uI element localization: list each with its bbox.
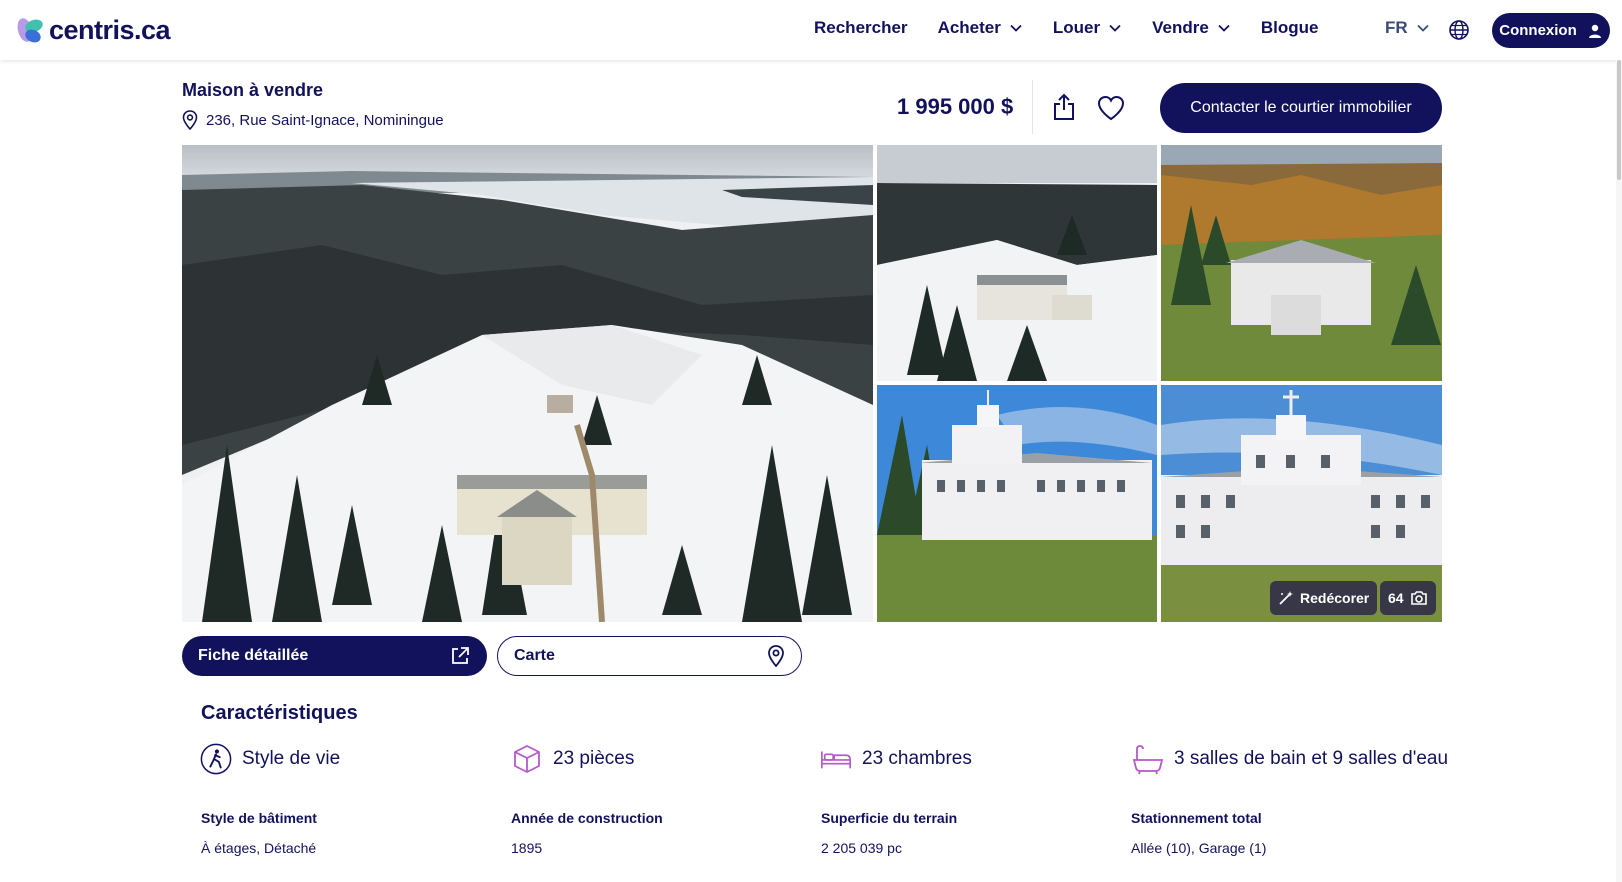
- detail-value-year-built: 1895: [511, 840, 543, 856]
- detail-value-building-style: À étages, Détaché: [201, 840, 317, 856]
- photo-thumbnail[interactable]: [877, 145, 1157, 381]
- listing-address: 236, Rue Saint-Ignace, Nominingue: [182, 110, 444, 130]
- feature-label: Style de vie: [242, 748, 341, 769]
- feature-label: 23 pièces: [553, 748, 635, 769]
- nav-item-vendre[interactable]: Vendre: [1152, 18, 1231, 38]
- walking-person-icon: [200, 743, 232, 775]
- location-pin-icon: [768, 645, 784, 667]
- main-photo[interactable]: [182, 145, 873, 622]
- centris-logo[interactable]: centris.ca: [12, 12, 171, 48]
- building-facade-photo: [877, 385, 1157, 622]
- chevron-down-icon: [1218, 24, 1230, 32]
- feature-label: 3 salles de bain et 9 salles d'eau: [1174, 748, 1449, 769]
- fiche-label: Fiche détaillée: [198, 647, 309, 664]
- site-header: centris.ca Rechercher Acheter Louer Vend…: [0, 0, 1622, 60]
- address-text: 236, Rue Saint-Ignace, Nominingue: [206, 111, 444, 129]
- contact-broker-button[interactable]: Contacter le courtier immobilier: [1160, 83, 1442, 133]
- detail-value-lot-area: 2 205 039 pc: [821, 840, 902, 856]
- aerial-winter-photo: [182, 145, 873, 622]
- redecor-label: Redécorer: [1300, 590, 1370, 606]
- magic-wand-icon: [1279, 591, 1293, 605]
- login-button[interactable]: Connexion: [1492, 13, 1610, 48]
- redecor-button[interactable]: Redécorer: [1270, 581, 1378, 615]
- cube-icon: [514, 745, 540, 773]
- detail-label-building-style: Style de bâtiment: [201, 810, 317, 826]
- listing-title: Maison à vendre: [182, 80, 324, 100]
- listing-price: 1 995 000 $: [897, 94, 1014, 119]
- login-label: Connexion: [1499, 22, 1577, 39]
- nav-item-acheter[interactable]: Acheter: [938, 18, 1023, 38]
- globe-icon[interactable]: [1448, 19, 1470, 41]
- photo-thumbnail[interactable]: [877, 385, 1157, 622]
- nav-label: Blogue: [1260, 18, 1319, 37]
- feature-bathrooms: 3 salles de bain et 9 salles d'eau: [1132, 743, 1448, 775]
- leaf-logo-icon: [17, 18, 43, 43]
- nav-label: Vendre: [1152, 18, 1209, 37]
- aerial-winter-building-photo: [877, 145, 1157, 381]
- nav-item-louer[interactable]: Louer: [1053, 18, 1122, 38]
- heart-icon[interactable]: [1097, 95, 1125, 121]
- nav-item-rechercher[interactable]: Rechercher: [814, 18, 908, 38]
- language-selector[interactable]: FR: [1385, 18, 1430, 38]
- chevron-down-icon: [1109, 24, 1121, 32]
- detail-label-year-built: Année de construction: [511, 810, 663, 826]
- user-icon: [1588, 24, 1601, 38]
- nav-item-blogue[interactable]: Blogue: [1261, 18, 1319, 38]
- detail-label-parking: Stationnement total: [1131, 810, 1262, 826]
- chevron-down-icon: [1010, 24, 1022, 32]
- detail-label-lot-area: Superficie du terrain: [821, 810, 958, 826]
- detailed-sheet-button[interactable]: Fiche détaillée: [182, 636, 487, 676]
- carte-label: Carte: [514, 647, 555, 664]
- nav-label: Acheter: [937, 18, 1001, 37]
- photo-thumbnail[interactable]: [1161, 145, 1442, 381]
- nav-label: Louer: [1052, 18, 1101, 37]
- chevron-down-icon: [1417, 24, 1429, 32]
- bathtub-icon: [1132, 745, 1164, 775]
- feature-rooms: 23 pièces: [511, 743, 634, 775]
- main-nav: Rechercher Acheter Louer Vendre Blogue: [814, 18, 1318, 38]
- photo-count: 64: [1388, 590, 1404, 606]
- location-pin-icon: [182, 110, 198, 130]
- photo-count-button[interactable]: 64: [1380, 581, 1436, 615]
- feature-label: 23 chambres: [862, 748, 972, 769]
- aerial-autumn-building-photo: [1161, 145, 1442, 381]
- nav-label: Rechercher: [814, 18, 908, 37]
- camera-icon: [1410, 591, 1427, 605]
- bed-icon: [821, 751, 851, 769]
- scrollbar-thumb[interactable]: [1617, 60, 1621, 180]
- logo-text: centris.ca: [49, 14, 171, 45]
- divider: [1032, 80, 1033, 134]
- detail-value-parking: Allée (10), Garage (1): [1131, 840, 1267, 856]
- scrollbar-track[interactable]: [1616, 60, 1622, 882]
- map-button[interactable]: Carte: [497, 636, 802, 676]
- characteristics-heading: Caractéristiques: [201, 702, 358, 724]
- external-link-icon: [452, 647, 469, 664]
- feature-bedrooms: 23 chambres: [820, 743, 972, 775]
- share-icon[interactable]: [1052, 93, 1076, 121]
- language-label: FR: [1385, 18, 1408, 37]
- feature-lifestyle[interactable]: Style de vie: [200, 743, 340, 775]
